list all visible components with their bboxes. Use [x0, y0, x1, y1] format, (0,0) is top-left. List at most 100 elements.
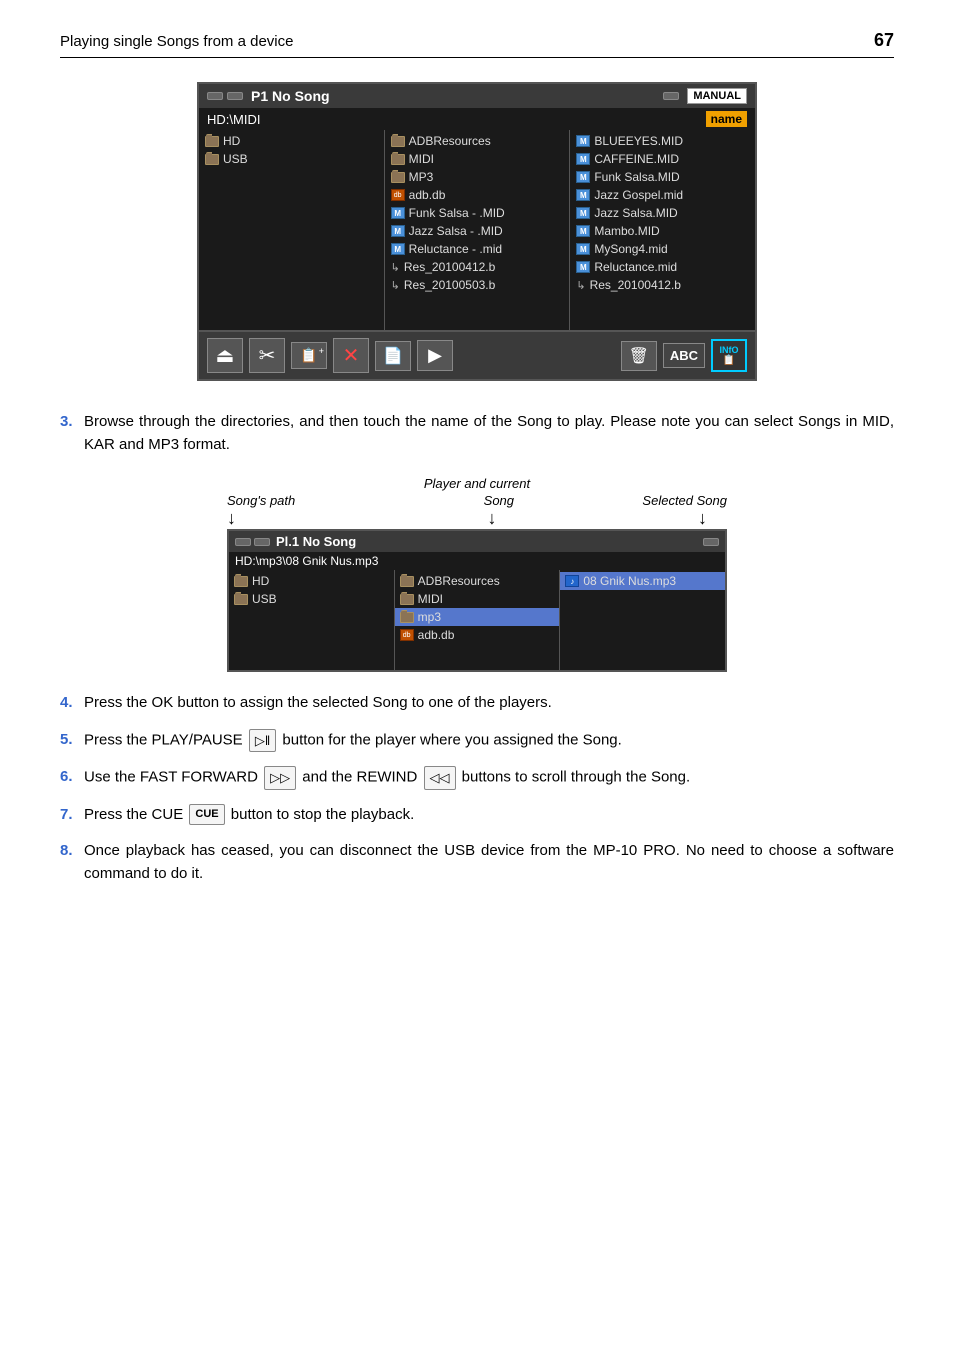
- step-4-text: Press the OK button to assign the select…: [84, 692, 894, 715]
- label-songs-path: Song's path: [227, 493, 295, 508]
- cut-button[interactable]: ✂: [249, 338, 285, 373]
- delete-button[interactable]: ✕: [333, 338, 369, 373]
- list-item[interactable]: HD: [199, 132, 384, 150]
- mid-icon: M: [576, 135, 590, 147]
- list-item[interactable]: USB: [199, 150, 384, 168]
- manual-badge: MANUAL: [687, 88, 747, 104]
- step-3: 3. Browse through the directories, and t…: [60, 411, 894, 456]
- list-item[interactable]: ADBResources: [385, 132, 570, 150]
- list-item[interactable]: mp3: [395, 608, 560, 626]
- folder-icon: [205, 154, 219, 165]
- list-item[interactable]: M BLUEEYES.MID: [570, 132, 755, 150]
- mid-icon: M: [576, 207, 590, 219]
- file-label: MP3: [409, 170, 434, 184]
- list-item[interactable]: MIDI: [395, 590, 560, 608]
- folder-icon: [234, 576, 248, 587]
- label-player-current: Player and current: [424, 476, 530, 491]
- list-item[interactable]: M Reluctance.mid: [570, 258, 755, 276]
- step-7-number: 7.: [60, 804, 84, 827]
- list-item[interactable]: USB: [229, 590, 394, 608]
- mini-col-3: ♪ 08 Gnik Nus.mp3: [560, 570, 725, 670]
- list-item[interactable]: M Funk Salsa - .MID: [385, 204, 570, 222]
- trash-button[interactable]: 🗑: [621, 341, 657, 371]
- eject-button[interactable]: ⏏: [207, 338, 243, 373]
- file-label: HD: [252, 574, 269, 588]
- step-5-number: 5.: [60, 729, 84, 753]
- list-item[interactable]: ↳ Res_20100412.b: [570, 276, 755, 294]
- file-label: Funk Salsa.MID: [594, 170, 679, 184]
- subfolder-icon: ↳: [391, 261, 400, 274]
- mini-dot-3: [703, 538, 719, 546]
- list-item[interactable]: M Funk Salsa.MID: [570, 168, 755, 186]
- list-item[interactable]: ♪ 08 Gnik Nus.mp3: [560, 572, 725, 590]
- mid-icon: M: [576, 189, 590, 201]
- abc-button[interactable]: ABC: [663, 343, 705, 368]
- file-button[interactable]: 📄: [375, 341, 411, 371]
- file-label: MIDI: [418, 592, 443, 606]
- page-header: Playing single Songs from a device 67: [60, 30, 894, 58]
- mini-col-2: ADBResources MIDI mp3 db adb.db: [395, 570, 561, 670]
- mini-top-bar: Pl.1 No Song: [229, 531, 725, 552]
- dot-1: [207, 92, 223, 100]
- list-item[interactable]: M Mambo.MID: [570, 222, 755, 240]
- mid-icon: M: [391, 207, 405, 219]
- device-top-bar: P1 No Song MANUAL: [199, 84, 755, 108]
- file-label: USB: [252, 592, 277, 606]
- dot-3: [663, 92, 679, 100]
- file-label: MIDI: [409, 152, 434, 166]
- db-icon: db: [391, 189, 405, 201]
- list-item[interactable]: MP3: [385, 168, 570, 186]
- label-song: Song: [484, 493, 514, 508]
- file-col-1: HD USB: [199, 130, 385, 330]
- play-button[interactable]: ▶: [417, 340, 453, 371]
- rewind-icon: ◁◁: [424, 766, 456, 790]
- folder-icon: [234, 594, 248, 605]
- step-3-number: 3.: [60, 411, 84, 456]
- list-item[interactable]: M Jazz Gospel.mid: [570, 186, 755, 204]
- folder-icon: [391, 172, 405, 183]
- mid-icon: M: [391, 225, 405, 237]
- device-panel: P1 No Song MANUAL HD:\MIDI name HD USB A…: [197, 82, 757, 381]
- mid-icon: M: [576, 153, 590, 165]
- subfolder-icon: ↳: [391, 279, 400, 292]
- step-8-text: Once playback has ceased, you can discon…: [84, 840, 894, 885]
- copy-button[interactable]: 📋+: [291, 342, 327, 369]
- device-path: HD:\MIDI: [207, 112, 260, 127]
- folder-icon: [400, 576, 414, 587]
- info-button[interactable]: INfO 📋: [711, 339, 747, 372]
- list-item[interactable]: db adb.db: [395, 626, 560, 644]
- play-pause-icon: ▷‖: [249, 729, 276, 753]
- file-label: Jazz Gospel.mid: [594, 188, 683, 202]
- mini-path: HD:\mp3\08 Gnik Nus.mp3: [235, 554, 378, 568]
- file-label: USB: [223, 152, 248, 166]
- step-7: 7. Press the CUE CUE button to stop the …: [60, 804, 894, 827]
- list-item[interactable]: ↳ Res_20100503.b: [385, 276, 570, 294]
- mini-file-area: HD USB ADBResources MIDI: [229, 570, 725, 670]
- device-toolbar: ⏏ ✂ 📋+ ✕ 📄 ▶ 🗑 ABC INfO 📋: [199, 330, 755, 379]
- file-label: CAFFEINE.MID: [594, 152, 679, 166]
- step-8: 8. Once playback has ceased, you can dis…: [60, 840, 894, 885]
- list-item[interactable]: M Reluctance - .mid: [385, 240, 570, 258]
- list-item[interactable]: ADBResources: [395, 572, 560, 590]
- list-item[interactable]: M Jazz Salsa.MID: [570, 204, 755, 222]
- mid-icon: M: [576, 261, 590, 273]
- step-list: 3. Browse through the directories, and t…: [60, 411, 894, 456]
- step-3-text: Browse through the directories, and then…: [84, 411, 894, 456]
- list-item[interactable]: M Jazz Salsa - .MID: [385, 222, 570, 240]
- file-label: Res_20100412.b: [404, 260, 495, 274]
- step-6-number: 6.: [60, 766, 84, 790]
- folder-icon: [400, 594, 414, 605]
- file-label: MySong4.mid: [594, 242, 667, 256]
- list-item[interactable]: ↳ Res_20100412.b: [385, 258, 570, 276]
- step-5: 5. Press the PLAY/PAUSE ▷‖ button for th…: [60, 729, 894, 753]
- file-label: Jazz Salsa - .MID: [409, 224, 503, 238]
- step-7-text: Press the CUE CUE button to stop the pla…: [84, 804, 894, 827]
- list-item[interactable]: db adb.db: [385, 186, 570, 204]
- device-title: P1 No Song: [251, 88, 655, 104]
- list-item[interactable]: HD: [229, 572, 394, 590]
- file-label: Res_20100412.b: [590, 278, 681, 292]
- list-item[interactable]: M CAFFEINE.MID: [570, 150, 755, 168]
- list-item[interactable]: MIDI: [385, 150, 570, 168]
- file-label: adb.db: [409, 188, 446, 202]
- list-item[interactable]: M MySong4.mid: [570, 240, 755, 258]
